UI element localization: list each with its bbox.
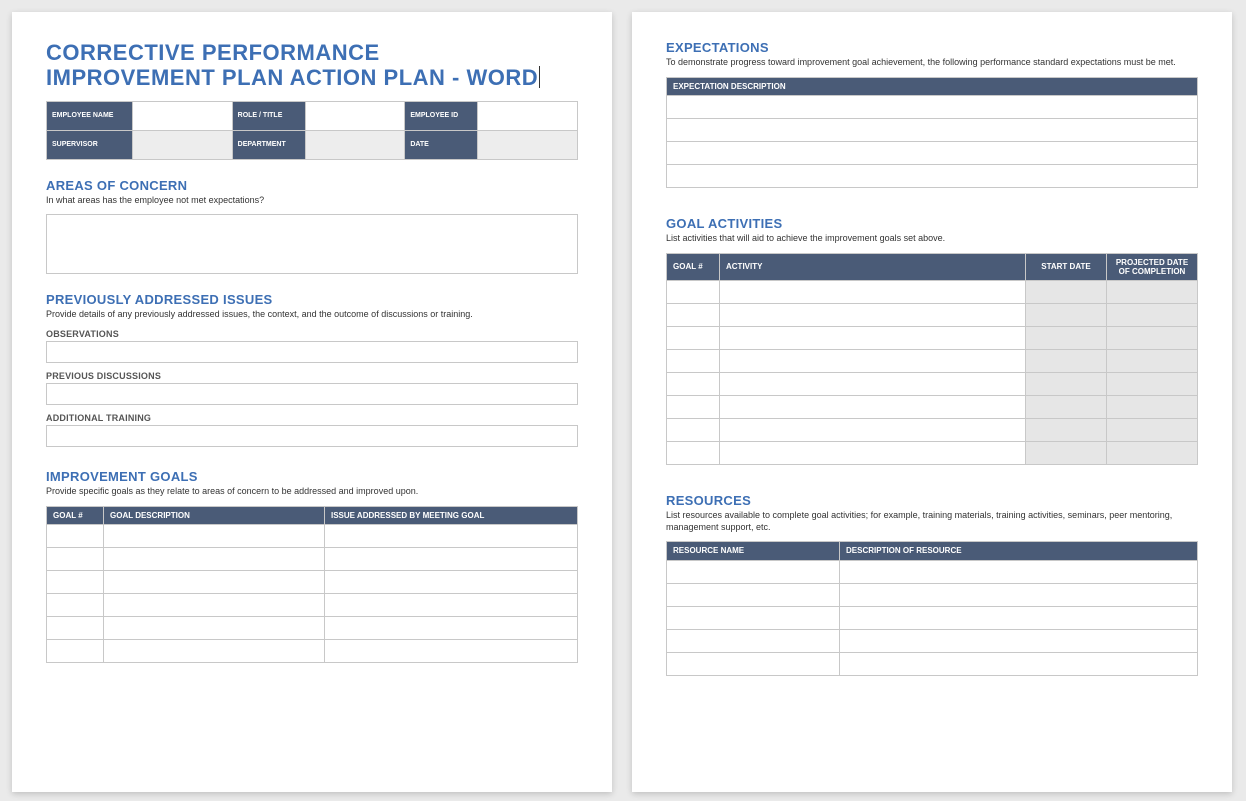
title-line-1: CORRECTIVE PERFORMANCE <box>46 40 380 65</box>
table-row[interactable] <box>667 441 1198 464</box>
additional-training-label: ADDITIONAL TRAINING <box>46 413 578 423</box>
table-row[interactable] <box>47 547 578 570</box>
table-row[interactable] <box>667 652 1198 675</box>
table-row[interactable] <box>47 616 578 639</box>
improvement-goals-desc: Provide specific goals as they relate to… <box>46 486 578 498</box>
employee-meta-table: EMPLOYEE NAME ROLE / TITLE EMPLOYEE ID S… <box>46 101 578 160</box>
previously-addressed-desc: Provide details of any previously addres… <box>46 309 578 321</box>
table-row[interactable] <box>667 164 1198 187</box>
supervisor-field[interactable] <box>133 130 233 159</box>
areas-of-concern-field[interactable] <box>46 214 578 274</box>
col-activity: ACTIVITY <box>720 253 1026 280</box>
date-label: DATE <box>405 130 478 159</box>
table-row[interactable] <box>667 583 1198 606</box>
department-field[interactable] <box>305 130 405 159</box>
expectations-title: EXPECTATIONS <box>666 40 1198 55</box>
col-expectation-desc: EXPECTATION DESCRIPTION <box>667 77 1198 95</box>
observations-label: OBSERVATIONS <box>46 329 578 339</box>
table-row[interactable] <box>667 629 1198 652</box>
employee-name-field[interactable] <box>133 101 233 130</box>
table-row[interactable] <box>667 95 1198 118</box>
table-row[interactable] <box>667 372 1198 395</box>
observations-field[interactable] <box>46 341 578 363</box>
table-row[interactable] <box>47 639 578 662</box>
previous-discussions-label: PREVIOUS DISCUSSIONS <box>46 371 578 381</box>
goal-activities-desc: List activities that will aid to achieve… <box>666 233 1198 245</box>
col-resource-desc: DESCRIPTION OF RESOURCE <box>840 542 1198 560</box>
resources-title: RESOURCES <box>666 493 1198 508</box>
previously-addressed-title: PREVIOUSLY ADDRESSED ISSUES <box>46 292 578 307</box>
table-row[interactable] <box>667 606 1198 629</box>
areas-of-concern-desc: In what areas has the employee not met e… <box>46 195 578 207</box>
table-row[interactable] <box>667 560 1198 583</box>
areas-of-concern-title: AREAS OF CONCERN <box>46 178 578 193</box>
table-row[interactable] <box>667 118 1198 141</box>
goal-activities-title: GOAL ACTIVITIES <box>666 216 1198 231</box>
col-goal-desc: GOAL DESCRIPTION <box>104 506 325 524</box>
col-issue: ISSUE ADDRESSED BY MEETING GOAL <box>325 506 578 524</box>
improvement-goals-table: GOAL # GOAL DESCRIPTION ISSUE ADDRESSED … <box>46 506 578 663</box>
employee-name-label: EMPLOYEE NAME <box>47 101 133 130</box>
previous-discussions-field[interactable] <box>46 383 578 405</box>
table-row[interactable] <box>667 326 1198 349</box>
goal-activities-table: GOAL # ACTIVITY START DATE PROJECTED DAT… <box>666 253 1198 465</box>
table-row[interactable] <box>667 418 1198 441</box>
date-field[interactable] <box>478 130 578 159</box>
table-row[interactable] <box>47 593 578 616</box>
text-cursor-icon <box>539 66 540 88</box>
expectations-table: EXPECTATION DESCRIPTION <box>666 77 1198 188</box>
col-resource-name: RESOURCE NAME <box>667 542 840 560</box>
table-row[interactable] <box>667 349 1198 372</box>
page-2: EXPECTATIONS To demonstrate progress tow… <box>632 12 1232 792</box>
col-projected-date: PROJECTED DATE OF COMPLETION <box>1107 253 1198 280</box>
col-start-date: START DATE <box>1026 253 1107 280</box>
employee-id-field[interactable] <box>478 101 578 130</box>
table-row[interactable] <box>47 570 578 593</box>
document-workspace: CORRECTIVE PERFORMANCE IMPROVEMENT PLAN … <box>0 0 1246 801</box>
col-goal-num: GOAL # <box>667 253 720 280</box>
additional-training-field[interactable] <box>46 425 578 447</box>
table-row[interactable] <box>667 280 1198 303</box>
page-1: CORRECTIVE PERFORMANCE IMPROVEMENT PLAN … <box>12 12 612 792</box>
table-row[interactable] <box>667 141 1198 164</box>
role-title-field[interactable] <box>305 101 405 130</box>
employee-id-label: EMPLOYEE ID <box>405 101 478 130</box>
department-label: DEPARTMENT <box>232 130 305 159</box>
role-title-label: ROLE / TITLE <box>232 101 305 130</box>
supervisor-label: SUPERVISOR <box>47 130 133 159</box>
resources-table: RESOURCE NAME DESCRIPTION OF RESOURCE <box>666 541 1198 675</box>
table-row[interactable] <box>667 303 1198 326</box>
col-goal-num: GOAL # <box>47 506 104 524</box>
expectations-desc: To demonstrate progress toward improveme… <box>666 57 1198 69</box>
resources-desc: List resources available to complete goa… <box>666 510 1198 533</box>
table-row[interactable] <box>47 524 578 547</box>
table-row[interactable] <box>667 395 1198 418</box>
improvement-goals-title: IMPROVEMENT GOALS <box>46 469 578 484</box>
title-line-2: IMPROVEMENT PLAN ACTION PLAN - WORD <box>46 65 538 90</box>
document-title[interactable]: CORRECTIVE PERFORMANCE IMPROVEMENT PLAN … <box>46 40 578 91</box>
